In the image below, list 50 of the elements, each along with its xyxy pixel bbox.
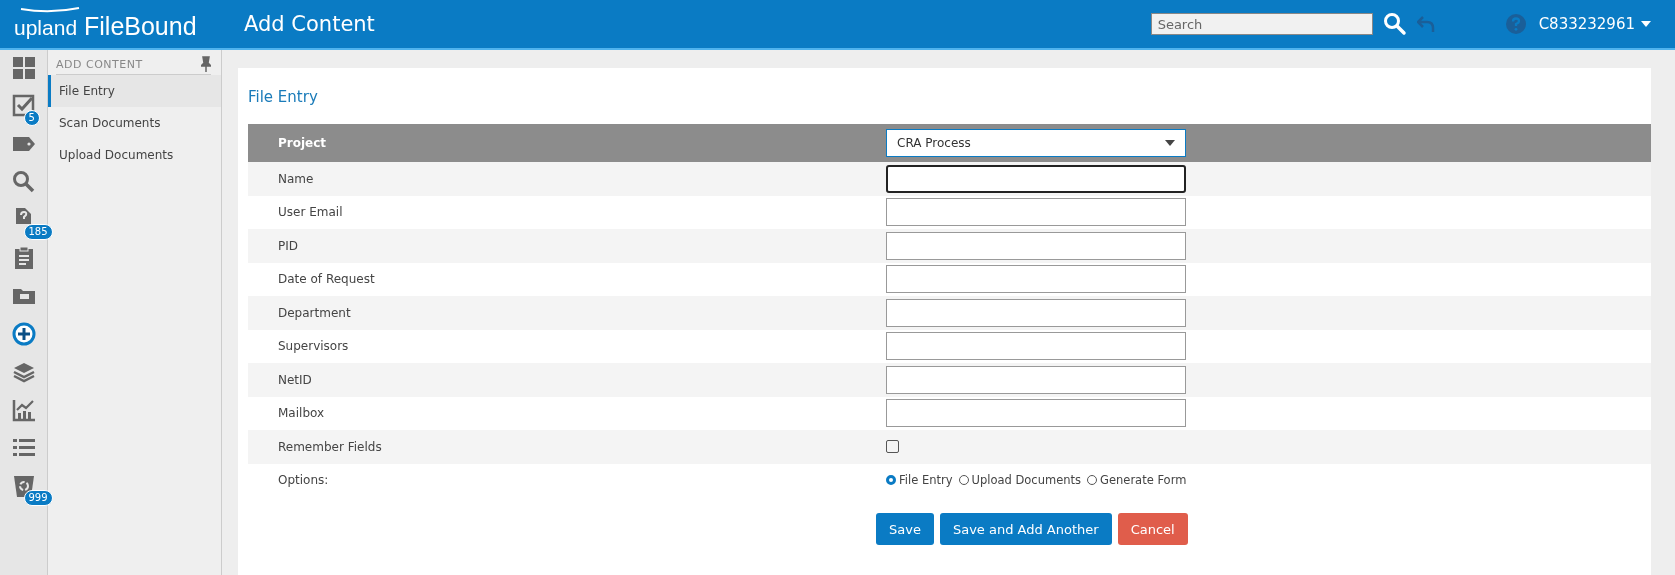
input-field[interactable] [886,332,1186,361]
save-button[interactable]: Save [876,513,934,545]
count-badge: 185 [23,224,53,240]
dropdown-value: CRA Process [897,136,971,150]
user-menu[interactable]: C833232961 [1538,15,1635,33]
field-label: Supervisors [277,339,350,354]
search-icon[interactable] [1382,12,1407,36]
page-title: Add Content [244,12,375,36]
radio-option[interactable]: Upload Documents [958,473,1082,488]
search-icon[interactable] [11,170,36,194]
input-field[interactable] [886,164,1186,193]
dashboard-icon[interactable] [11,56,36,80]
field-label: Mailbox [277,406,326,421]
radio-option[interactable]: File Entry [886,473,953,488]
count-badge: 999 [23,490,53,506]
input-field[interactable] [886,365,1186,394]
input-field[interactable] [886,265,1186,294]
search-field[interactable]: Search [1150,13,1373,35]
app-logo[interactable]: upland FileBound [14,13,224,41]
pin-icon[interactable] [201,56,211,72]
menu-item[interactable]: Scan Documents [48,107,221,139]
radio-option[interactable]: Generate Form [1087,473,1187,488]
input-field[interactable] [886,231,1186,260]
field-label: PID [277,238,299,253]
form-title: File Entry [248,88,319,106]
input-field[interactable] [886,198,1186,227]
caret-icon[interactable] [1641,21,1651,27]
field-label: Project [277,136,328,150]
panel-heading: ADD CONTENT [56,57,143,71]
caret-icon [1165,140,1175,146]
field-label: Remember Fields [277,439,383,454]
cancel-button[interactable]: Cancel [1117,513,1188,545]
count-badge: 5 [23,110,40,126]
input-field[interactable] [886,298,1186,327]
field-label: Options: [277,473,330,488]
project-dropdown[interactable]: CRA Process [886,129,1186,157]
menu-item[interactable]: File Entry [48,75,221,107]
menu-item[interactable]: Upload Documents [48,139,221,171]
checkbox[interactable] [886,440,899,454]
field-label: Name [277,171,315,186]
add-icon[interactable] [11,322,36,346]
field-label: Department [277,305,352,320]
field-label: Date of Request [277,272,376,287]
input-field[interactable] [886,399,1186,428]
layers-icon[interactable] [11,360,36,384]
field-label: NetID [277,372,313,387]
save-button[interactable]: Save and Add Another [939,513,1112,545]
logo-arc-icon [20,7,80,13]
chart-icon[interactable] [11,398,36,422]
field-label: User Email [277,205,344,220]
